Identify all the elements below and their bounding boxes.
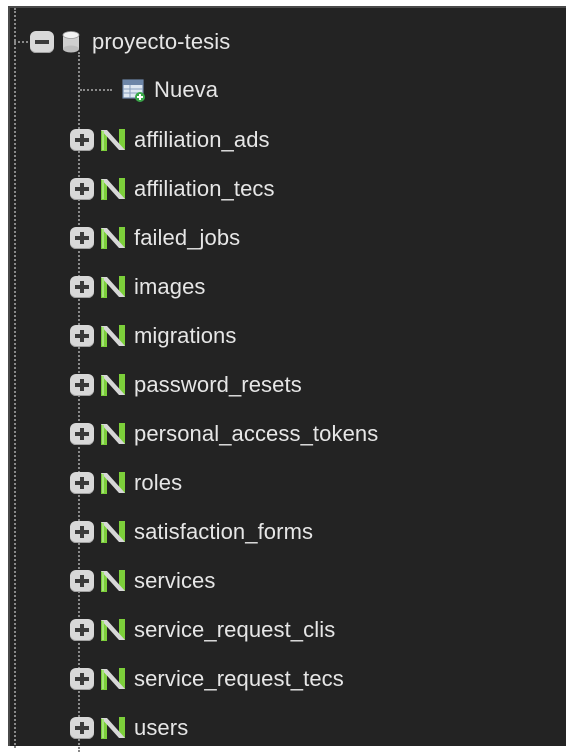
table-icon	[101, 717, 125, 739]
table-node[interactable]: password_resets	[70, 361, 302, 409]
expand-toggle-icon[interactable]	[70, 325, 94, 347]
table-icon	[101, 521, 125, 543]
table-icon	[101, 374, 125, 396]
table-node[interactable]: service_request_clis	[70, 606, 335, 654]
table-name[interactable]: personal_access_tokens	[134, 421, 378, 447]
expand-toggle-icon[interactable]	[70, 472, 94, 494]
table-icon	[101, 668, 125, 690]
table-icon	[101, 178, 125, 200]
expand-toggle-icon[interactable]	[70, 374, 94, 396]
new-table-item[interactable]: Nueva	[122, 66, 218, 114]
table-node[interactable]: personal_access_tokens	[70, 410, 378, 458]
navigation-tree-panel: proyecto-tesis Nueva affiliation_adsaffi…	[8, 6, 566, 752]
table-icon	[101, 472, 125, 494]
expand-toggle-icon[interactable]	[70, 717, 94, 739]
database-icon	[62, 31, 80, 53]
table-name[interactable]: password_resets	[134, 372, 302, 398]
table-name[interactable]: users	[134, 715, 188, 741]
table-icon	[101, 619, 125, 641]
table-name[interactable]: affiliation_tecs	[134, 176, 275, 202]
table-node[interactable]: satisfaction_forms	[70, 508, 313, 556]
collapse-toggle-icon[interactable]	[30, 31, 54, 53]
expand-toggle-icon[interactable]	[70, 521, 94, 543]
table-node[interactable]: failed_jobs	[70, 214, 240, 262]
database-name[interactable]: proyecto-tesis	[92, 29, 230, 55]
expand-toggle-icon[interactable]	[70, 227, 94, 249]
table-name[interactable]: migrations	[134, 323, 236, 349]
expand-toggle-icon[interactable]	[70, 619, 94, 641]
table-node[interactable]: images	[70, 263, 206, 311]
new-table-icon	[122, 79, 145, 102]
database-node[interactable]: proyecto-tesis	[30, 18, 230, 66]
table-icon	[101, 570, 125, 592]
table-name[interactable]: services	[134, 568, 216, 594]
table-node[interactable]: migrations	[70, 312, 236, 360]
table-icon	[101, 423, 125, 445]
table-name[interactable]: service_request_clis	[134, 617, 335, 643]
table-node[interactable]: affiliation_ads	[70, 116, 270, 164]
table-name[interactable]: failed_jobs	[134, 225, 240, 251]
expand-toggle-icon[interactable]	[70, 668, 94, 690]
table-icon	[101, 325, 125, 347]
table-node[interactable]: affiliation_tecs	[70, 165, 275, 213]
expand-toggle-icon[interactable]	[70, 178, 94, 200]
table-name[interactable]: roles	[134, 470, 182, 496]
tree-guide-line	[80, 89, 112, 91]
table-icon	[101, 129, 125, 151]
table-name[interactable]: affiliation_ads	[134, 127, 270, 153]
new-table-label[interactable]: Nueva	[154, 77, 218, 103]
expand-toggle-icon[interactable]	[70, 570, 94, 592]
table-name[interactable]: service_request_tecs	[134, 666, 344, 692]
table-name[interactable]: images	[134, 274, 206, 300]
table-node[interactable]: service_request_tecs	[70, 655, 344, 703]
table-icon	[101, 227, 125, 249]
tree-guide-line	[14, 8, 16, 748]
expand-toggle-icon[interactable]	[70, 276, 94, 298]
expand-toggle-icon[interactable]	[70, 423, 94, 445]
table-icon	[101, 276, 125, 298]
table-node[interactable]: roles	[70, 459, 182, 507]
table-name[interactable]: satisfaction_forms	[134, 519, 313, 545]
expand-toggle-icon[interactable]	[70, 129, 94, 151]
table-node[interactable]: users	[70, 704, 188, 752]
table-node[interactable]: services	[70, 557, 216, 605]
